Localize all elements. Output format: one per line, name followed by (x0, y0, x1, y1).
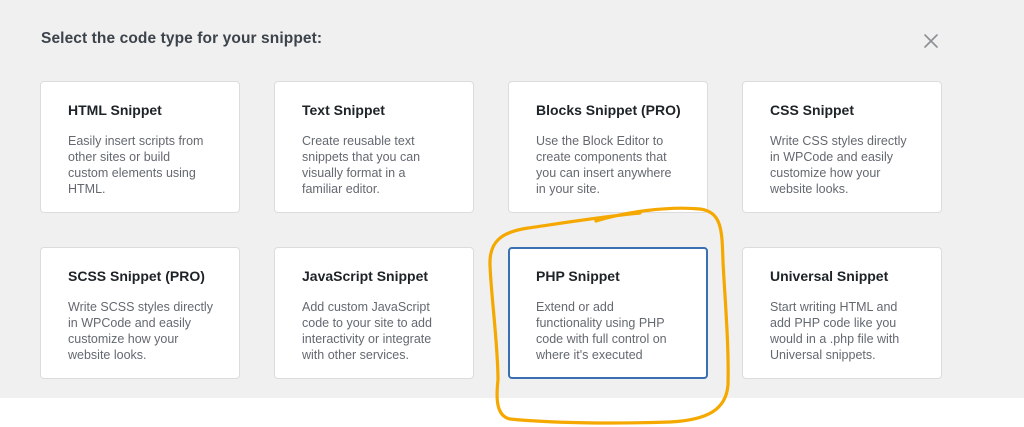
card-description: Extend or add functionality using PHP co… (536, 300, 667, 362)
card-description: Write SCSS styles directly in WPCode and… (68, 300, 213, 362)
close-button[interactable] (918, 28, 944, 54)
card-title: SCSS Snippet (PRO) (68, 268, 205, 284)
close-icon (924, 34, 938, 48)
card-html-snippet[interactable]: HTML Snippet Easily insert scripts from … (40, 81, 240, 213)
card-css-snippet[interactable]: CSS Snippet Write CSS styles directly in… (742, 81, 942, 213)
card-description: Use the Block Editor to create component… (536, 134, 672, 196)
card-title: Text Snippet (302, 102, 385, 118)
card-blocks-snippet[interactable]: Blocks Snippet (PRO) Use the Block Edito… (508, 81, 708, 213)
card-title: HTML Snippet (68, 102, 162, 118)
card-description: Write CSS styles directly in WPCode and … (770, 134, 907, 196)
card-title: CSS Snippet (770, 102, 855, 118)
card-description: Start writing HTML and add PHP code like… (770, 300, 900, 362)
card-title: Blocks Snippet (PRO) (536, 102, 681, 118)
card-description: Easily insert scripts from other sites o… (68, 134, 204, 196)
card-title: PHP Snippet (536, 268, 620, 284)
card-title: JavaScript Snippet (302, 268, 429, 284)
card-text-snippet[interactable]: Text Snippet Create reusable text snippe… (274, 81, 474, 213)
card-php-snippet[interactable]: PHP Snippet Extend or add functionality … (508, 247, 708, 379)
card-javascript-snippet[interactable]: JavaScript Snippet Add custom JavaScript… (274, 247, 474, 379)
snippet-type-modal: Select the code type for your snippet: H… (0, 0, 1024, 398)
card-description: Create reusable text snippets that you c… (302, 134, 421, 196)
card-universal-snippet[interactable]: Universal Snippet Start writing HTML and… (742, 247, 942, 379)
card-description: Add custom JavaScript code to your site … (302, 300, 432, 362)
modal-title: Select the code type for your snippet: (41, 30, 323, 47)
card-title: Universal Snippet (770, 268, 889, 284)
card-scss-snippet[interactable]: SCSS Snippet (PRO) Write SCSS styles dir… (40, 247, 240, 379)
